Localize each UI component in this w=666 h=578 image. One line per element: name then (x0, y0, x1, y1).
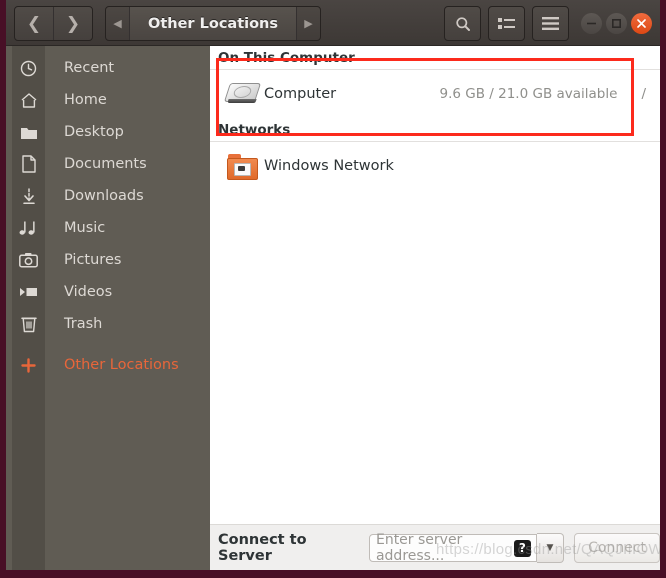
group-header-networks: Networks (210, 118, 660, 141)
sidebar-item-music[interactable]: Music (6, 212, 210, 244)
help-icon[interactable]: ? (513, 539, 531, 557)
folder-icon (12, 116, 45, 148)
camera-icon (12, 244, 45, 276)
sidebar-item-other-locations[interactable]: Other Locations (6, 349, 210, 381)
sidebar-item-label: Music (64, 220, 106, 236)
path-scroll-left-button[interactable]: ◀ (106, 7, 129, 40)
video-icon (12, 276, 45, 308)
sidebar-item-label: Downloads (64, 188, 144, 204)
sidebar-item-label: Home (64, 92, 107, 108)
sidebar-item-label: Other Locations (64, 357, 179, 373)
back-button[interactable]: ❮ (15, 7, 53, 40)
sidebar-item-documents[interactable]: Documents (6, 148, 210, 180)
hamburger-menu-icon (542, 17, 559, 30)
connect-to-server-label: Connect to Server (218, 531, 307, 564)
connect-to-server-bar: Connect to Server Enter server address..… (210, 524, 660, 570)
sidebar-item-trash[interactable]: Trash (6, 308, 210, 340)
server-address-placeholder: Enter server address... (375, 531, 463, 564)
locations-list: On This Computer Computer 9.6 GB / 21.0 … (210, 46, 660, 570)
download-icon (12, 180, 45, 212)
triangle-left-icon: ◀ (113, 17, 122, 30)
server-history-dropdown-button[interactable]: ▼ (536, 532, 565, 563)
sidebar-item-label: Recent (64, 60, 115, 76)
path-bar: ◀ Other Locations ▶ (105, 6, 322, 41)
list-item-windows-network[interactable]: Windows Network (210, 142, 660, 190)
chevron-left-icon: ❮ (26, 13, 42, 34)
sidebar-item-label: Pictures (64, 252, 122, 268)
header-left-group: ❮ ❯ ◀ Other Locations ▶ (14, 6, 322, 41)
list-view-icon (498, 18, 515, 29)
triangle-right-icon: ▶ (304, 17, 313, 30)
sidebar-item-desktop[interactable]: Desktop (6, 116, 210, 148)
sidebar-item-label: Videos (64, 284, 113, 300)
chevron-right-icon: ❯ (65, 13, 81, 34)
sidebar-item-downloads[interactable]: Downloads (6, 180, 210, 212)
close-icon (637, 19, 646, 28)
search-icon (455, 16, 470, 31)
sidebar-item-label: Documents (64, 156, 147, 172)
hard-disk-icon (220, 82, 264, 106)
navigation-buttons: ❮ ❯ (14, 6, 93, 41)
sidebar-item-label: Trash (64, 316, 103, 332)
sidebar-item-videos[interactable]: Videos (6, 276, 210, 308)
trash-icon (12, 308, 45, 340)
free-space-label: 9.6 GB / 21.0 GB available (439, 86, 618, 102)
minimize-icon (587, 22, 596, 25)
sidebar-item-recent[interactable]: Recent (6, 52, 210, 84)
header-right-group (444, 6, 652, 41)
view-options-button[interactable] (488, 6, 525, 41)
maximize-button[interactable] (606, 13, 627, 34)
music-icon (12, 212, 45, 244)
sidebar-item-label: Desktop (64, 124, 124, 140)
maximize-icon (612, 19, 621, 28)
window-controls (581, 13, 652, 34)
location-details: 9.6 GB / 21.0 GB available / (440, 86, 646, 102)
mount-point-label: / (641, 86, 646, 102)
breadcrumb-other-locations[interactable]: Other Locations (129, 7, 298, 40)
header-bar: ❮ ❯ ◀ Other Locations ▶ (6, 0, 660, 46)
location-name: Computer (264, 86, 337, 102)
plus-icon (12, 349, 45, 381)
home-icon (12, 84, 45, 116)
path-scroll-right-button[interactable]: ▶ (297, 7, 320, 40)
network-folder-icon (220, 153, 264, 180)
document-icon (12, 148, 45, 180)
chevron-down-icon: ▼ (546, 542, 554, 553)
close-button[interactable] (631, 13, 652, 34)
sidebar: Recent Home Desktop Documents Downloads … (6, 46, 210, 570)
forward-button[interactable]: ❯ (53, 7, 92, 40)
connect-button[interactable]: Connect (574, 532, 660, 563)
clock-icon (12, 52, 45, 84)
minimize-button[interactable] (581, 13, 602, 34)
main-menu-button[interactable] (532, 6, 569, 41)
list-item-computer[interactable]: Computer 9.6 GB / 21.0 GB available / (210, 70, 660, 118)
location-name: Windows Network (264, 158, 394, 174)
sidebar-item-home[interactable]: Home (6, 84, 210, 116)
group-header-on-this-computer: On This Computer (210, 46, 660, 69)
sidebar-item-pictures[interactable]: Pictures (6, 244, 210, 276)
search-button[interactable] (444, 6, 481, 41)
server-address-input[interactable]: Enter server address... ? (368, 531, 537, 564)
file-manager-window: ❮ ❯ ◀ Other Locations ▶ Recent Home Desk… (0, 0, 666, 578)
